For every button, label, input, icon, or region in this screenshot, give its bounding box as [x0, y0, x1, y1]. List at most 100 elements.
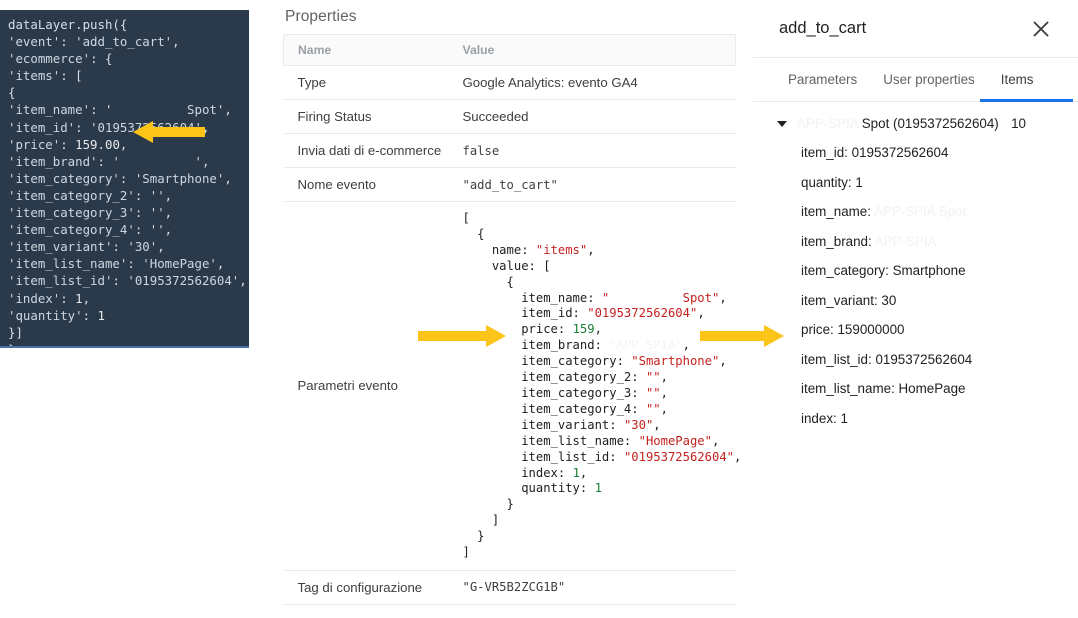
row-name: Firing Status — [283, 99, 449, 134]
event-panel-header: add_to_cart — [753, 0, 1078, 58]
param-value: 1 — [840, 410, 848, 426]
event-detail-panel: add_to_cart Parameters User properties I… — [753, 0, 1078, 618]
json-line: item_category_2: "", — [462, 370, 668, 385]
table-row: Firing Status Succeeded — [283, 99, 736, 134]
json-line: item_variant: "30", — [462, 417, 661, 432]
properties-title: Properties — [285, 8, 357, 25]
json-line: item_id: "0195372562604", — [462, 306, 705, 321]
code-line: 'item_category_3': '', — [8, 205, 173, 221]
close-icon[interactable] — [1028, 16, 1054, 42]
json-line: index: 1, — [462, 465, 588, 480]
row-name: Nome evento — [283, 167, 449, 202]
param-key: item_category — [801, 263, 886, 278]
param-key: item_brand — [801, 233, 868, 249]
list-item: item_list_id: 0195372562604 — [801, 351, 973, 367]
row-value: false — [448, 133, 736, 168]
event-panel-title: add_to_cart — [779, 19, 867, 37]
screenshot-root: dataLayer.push({ 'event': 'add_to_cart',… — [0, 0, 1078, 618]
arrow-to-params-price — [418, 324, 506, 348]
datalayer-code-panel: dataLayer.push({ 'event': 'add_to_cart',… — [0, 10, 249, 348]
tab-user-properties[interactable]: User properties — [870, 58, 988, 101]
items-list: APP-SPIA Spot (0195372562604) 10 item_id… — [753, 102, 1078, 427]
param-key: price — [801, 322, 831, 337]
param-value: HomePage — [898, 381, 966, 396]
table-row: Invia dati di e-commerce false — [283, 133, 736, 168]
list-item: item_list_name: HomePage — [801, 381, 966, 396]
tab-parameters[interactable]: Parameters — [775, 58, 870, 101]
chevron-down-icon[interactable] — [777, 120, 787, 127]
item-group-header[interactable]: APP-SPIA Spot (0195372562604) 10 — [775, 116, 1078, 131]
code-line-price: 'price': 159.00, — [8, 136, 128, 152]
code-line: }] — [8, 324, 23, 340]
json-line: item_name: " Spot", — [462, 290, 727, 305]
table-header-row: Name Value — [283, 34, 736, 66]
table-row: Nome evento "add_to_cart" — [283, 167, 736, 202]
code-line: 'item_name': ' Spot', — [8, 102, 232, 118]
param-value: 0195372562604 — [851, 145, 949, 160]
row-name: Tag di configurazione — [283, 569, 449, 605]
item-group-name: Spot (0195372562604) — [858, 116, 999, 131]
json-line: } — [462, 529, 485, 544]
row-name: Invia dati di e-commerce — [283, 133, 449, 168]
json-line: item_list_name: "HomePage", — [462, 433, 720, 448]
code-line: 'item_category': 'Smartphone', — [8, 170, 232, 186]
param-key: quantity — [801, 174, 848, 190]
param-key: item_variant — [801, 292, 874, 308]
param-key: item_id — [801, 145, 845, 160]
item-group-label: APP-SPIA Spot (0195372562604) — [797, 116, 1011, 131]
json-line: item_category_3: "", — [462, 385, 668, 400]
code-line: 'item_list_id': '0195372562604', — [8, 273, 247, 289]
code-line: dataLayer.push({ — [8, 17, 128, 32]
row-value: "G-VR5B2ZCG1B" — [448, 569, 736, 605]
arrow-to-items-price — [700, 324, 784, 348]
table-row-event-parameters: Parametri evento [ { name: "items", valu… — [283, 201, 741, 571]
list-item: item_variant: 30 — [801, 292, 897, 308]
table-row: Type Google Analytics: evento GA4 — [283, 65, 736, 100]
json-line: [ — [462, 211, 470, 225]
row-value: Succeeded — [448, 99, 736, 134]
list-item: item_category: Smartphone — [801, 263, 966, 278]
table-row-config-tag: Tag di configurazione "G-VR5B2ZCG1B" — [283, 569, 736, 605]
json-line: name: "items", — [462, 242, 595, 257]
json-line: item_list_id: "0195372562604", — [462, 449, 742, 464]
code-line: { — [8, 85, 16, 101]
item-parameter-rows: item_id: 0195372562604 quantity: 1 item_… — [775, 145, 1078, 427]
json-line: { — [462, 274, 514, 289]
list-item: item_name: APP-SPIA Spot — [801, 204, 967, 219]
row-value: Google Analytics: evento GA4 — [448, 65, 736, 100]
code-line: 'item_variant': '30', — [8, 239, 165, 255]
json-line: ] — [462, 513, 500, 528]
json-line: item_category: "Smartphone", — [462, 354, 727, 369]
param-key: index — [801, 410, 834, 426]
json-line: quantity: 1 — [462, 481, 602, 496]
param-value: 159000000 — [837, 322, 905, 337]
code-line: 'item_brand': ' ', — [8, 153, 210, 169]
row-value-json: [ { name: "items", value: [ { item_name:… — [448, 201, 741, 571]
param-key: item_name — [801, 204, 868, 219]
param-value: Smartphone — [892, 263, 966, 278]
list-item: item_id: 0195372562604 — [801, 145, 949, 160]
column-header-value: Value — [448, 34, 736, 66]
column-header-name: Name — [283, 34, 449, 66]
code-line: 'event': 'add_to_cart', — [8, 34, 180, 50]
param-value: APP-SPIA Spot — [873, 204, 967, 219]
code-line: 'item_category_2': '', — [8, 187, 173, 203]
row-name: Type — [283, 65, 449, 100]
code-line: 'items': [ — [8, 68, 83, 84]
tab-items[interactable]: Items — [979, 58, 1073, 102]
properties-table: Name Value Type Google Analytics: evento… — [283, 34, 741, 605]
list-item: item_brand: APP-SPIA — [801, 233, 937, 249]
code-line: 'ecommerce': { — [8, 51, 113, 67]
list-item: index: 1 — [801, 410, 848, 426]
event-panel-tabs: Parameters User properties Items — [753, 58, 1078, 102]
param-value: 30 — [881, 292, 897, 308]
json-line: value: [ — [462, 258, 551, 273]
list-item-price: price: 159000000 — [801, 322, 905, 337]
tab-label: Items — [1000, 72, 1034, 87]
properties-section: Properties Name Value Type Google Analyt… — [283, 8, 741, 605]
code-line: 'quantity': 1 — [8, 307, 105, 323]
json-line: { — [462, 226, 485, 241]
json-line: item_category_4: "", — [462, 401, 668, 416]
param-key: item_list_name — [801, 381, 892, 396]
param-value: 0195372562604 — [875, 351, 973, 367]
